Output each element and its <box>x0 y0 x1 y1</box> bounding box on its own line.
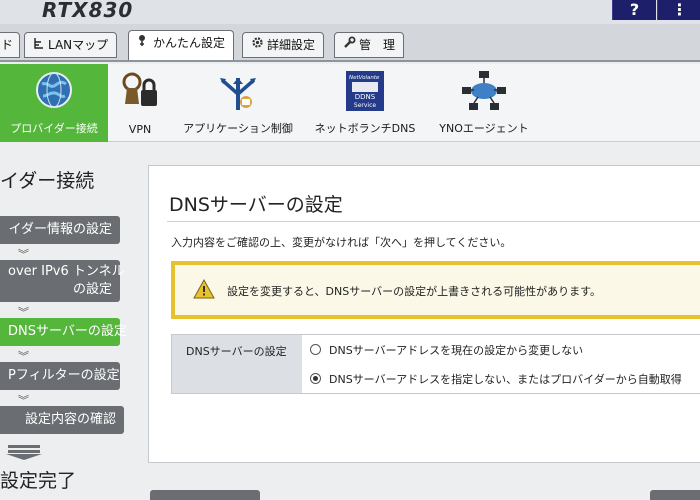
wizard-step-ip-filter[interactable]: Pフィルターの設定 <box>0 362 120 390</box>
ddns-service-icon: NetVolante DDNS Service <box>345 70 385 115</box>
radio-button[interactable] <box>310 344 321 355</box>
help-button[interactable]: ? <box>612 0 656 20</box>
globe-icon <box>34 70 74 113</box>
category-label: アプリケーション制御 <box>183 122 293 135</box>
back-button[interactable] <box>150 490 260 500</box>
step-label: イダー情報の設定 <box>8 222 112 237</box>
step-label: 設定内容の確認 <box>24 412 116 427</box>
option-label: DNSサーバーアドレスを指定しない、またはプロバイダーから自動取得 <box>329 373 682 386</box>
vpn-lock-icon <box>119 70 161 115</box>
product-logo: RTX830 <box>42 0 134 22</box>
tab-label: 詳細設定 <box>267 38 316 52</box>
category-label: プロバイダー接続 <box>10 122 98 135</box>
warning-icon <box>193 279 215 299</box>
ddns-icon-line3: Service <box>354 102 376 109</box>
setting-label: DNSサーバーの設定 <box>172 335 302 393</box>
category-provider-connection[interactable]: プロバイダー接続 <box>0 64 108 142</box>
category-bar: プロバイダー接続 VPN アプリケーション制御 NetVolante DDNS … <box>0 64 700 142</box>
menu-button[interactable]: ⋮ <box>657 0 700 20</box>
lan-map-icon <box>33 33 45 57</box>
category-label: YNOエージェント <box>439 122 529 135</box>
option-label: DNSサーバーアドレスを現在の設定から変更しない <box>329 344 584 357</box>
title-divider <box>167 221 700 222</box>
yno-agent-icon <box>461 70 507 115</box>
application-control-icon <box>216 70 260 115</box>
option-keep-current-dns[interactable]: DNSサーバーアドレスを現在の設定から変更しない <box>310 342 583 358</box>
wizard-step-ipv6-tunnel[interactable]: over IPv6 トンネル の設定 <box>0 260 125 302</box>
tab-label: かんたん設定 <box>153 36 226 50</box>
wizard-finish-label: 設定完了 <box>0 470 77 492</box>
radio-button-selected[interactable] <box>310 373 321 384</box>
instruction-text: 入力内容をご確認の上、変更がなければ「次へ」を押してください。 <box>171 236 512 249</box>
tab-lan-map[interactable]: LANマップ <box>24 32 118 58</box>
category-vpn[interactable]: VPN <box>112 64 168 142</box>
wizard-step-provider-info[interactable]: イダー情報の設定 <box>0 216 120 244</box>
warning-box: 設定を変更すると、DNSサーバーの設定が上書きされる可能性があります。 <box>171 261 700 319</box>
tab-dashboard[interactable]: ド <box>0 32 21 58</box>
category-netvolante-dns[interactable]: NetVolante DDNS Service ネットボランチDNS <box>308 64 422 142</box>
arrow-down-icon <box>6 445 42 460</box>
wizard-step-confirm[interactable]: 設定内容の確認 <box>0 406 124 434</box>
category-yno-agent[interactable]: YNOエージェント <box>430 64 538 142</box>
gear-icon <box>251 33 264 57</box>
tab-label: ド <box>1 38 14 52</box>
tab-easy-setup[interactable]: かんたん設定 <box>128 30 235 60</box>
dns-setting-row: DNSサーバーの設定 DNSサーバーアドレスを現在の設定から変更しない DNSサ… <box>171 334 700 394</box>
wizard-step-dns-server[interactable]: DNSサーバーの設定 <box>0 318 127 346</box>
step-label-line1: over IPv6 トンネル <box>8 264 125 279</box>
step-label-line2: の設定 <box>72 282 112 297</box>
tab-management[interactable]: 管 理 <box>334 32 404 58</box>
category-application-control[interactable]: アプリケーション制御 <box>176 64 300 142</box>
tab-advanced-settings[interactable]: 詳細設定 <box>242 32 325 58</box>
main-tab-bar: ド LANマップ かんたん設定 詳細設定 管 理 <box>0 24 700 62</box>
step-label: Pフィルターの設定 <box>8 368 120 383</box>
option-auto-obtain-dns[interactable]: DNSサーバーアドレスを指定しない、またはプロバイダーから自動取得 <box>310 371 682 387</box>
next-button[interactable] <box>650 490 700 500</box>
wrench-icon <box>343 33 356 57</box>
wizard-section-title: イダー接続 <box>0 170 95 192</box>
step-label: DNSサーバーの設定 <box>8 324 127 339</box>
main-panel: DNSサーバーの設定 入力内容をご確認の上、変更がなければ「次へ」を押してくださ… <box>148 165 700 463</box>
wizard-icon <box>137 31 150 55</box>
top-header: RTX830 ? ⋮ <box>0 0 700 24</box>
ddns-icon-line2: DDNS <box>355 93 376 101</box>
category-label: VPN <box>128 123 152 136</box>
tab-label: 管 理 <box>359 38 396 52</box>
page-title: DNSサーバーの設定 <box>169 194 343 216</box>
warning-text: 設定を変更すると、DNSサーバーの設定が上書きされる可能性があります。 <box>227 285 602 298</box>
tab-label: LANマップ <box>48 38 109 52</box>
category-label: ネットボランチDNS <box>314 122 416 135</box>
ddns-icon-line1: NetVolante <box>349 75 380 81</box>
